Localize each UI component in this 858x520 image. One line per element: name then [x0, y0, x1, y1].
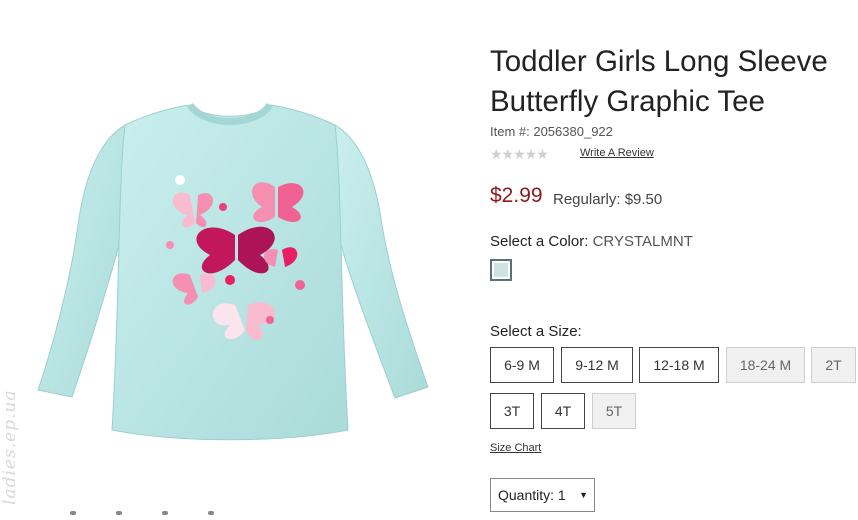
- tshirt-graphic: [37, 102, 429, 441]
- size-option-3t[interactable]: 3T: [490, 393, 534, 429]
- product-title: Toddler Girls Long Sleeve Butterfly Grap…: [490, 42, 858, 122]
- item-number: Item #: 2056380_922: [490, 124, 613, 139]
- size-option-5t[interactable]: 5T: [592, 393, 636, 429]
- swatch-fill: [494, 263, 508, 277]
- size-option-12-18m[interactable]: 12-18 M: [639, 347, 719, 383]
- product-title-line1: Toddler Girls Long Sleeve: [490, 45, 828, 78]
- watermark: ladies.ep.ua: [0, 389, 20, 505]
- regular-price: Regularly: $9.50: [553, 191, 663, 208]
- thumbnail-strip-edge: [70, 502, 300, 515]
- quantity-value: 1: [557, 487, 566, 503]
- quantity-label: Quantity:: [498, 487, 555, 503]
- quantity-select[interactable]: Quantity: 1 ▼: [490, 478, 595, 512]
- color-label-text: Select a Color:: [490, 233, 589, 250]
- size-label: Select a Size:: [490, 323, 582, 340]
- size-option-18-24m[interactable]: 18-24 M: [726, 347, 805, 383]
- star-rating: ★★★★★: [490, 146, 549, 162]
- selected-color: CRYSTALMNT: [592, 233, 693, 250]
- product-title-line2: Butterfly Graphic Tee: [490, 85, 765, 118]
- size-option-4t[interactable]: 4T: [541, 393, 585, 429]
- product-image[interactable]: [30, 95, 440, 455]
- color-label: Select a Color: CRYSTALMNT: [490, 233, 693, 250]
- size-option-6-9m[interactable]: 6-9 M: [490, 347, 554, 383]
- color-swatch-crystalmnt[interactable]: [490, 259, 512, 281]
- write-review-link[interactable]: Write A Review: [580, 147, 654, 159]
- size-option-2t[interactable]: 2T: [811, 347, 856, 383]
- dropdown-arrow-icon: ▼: [579, 490, 588, 500]
- size-chart-link[interactable]: Size Chart: [490, 442, 541, 454]
- size-option-9-12m[interactable]: 9-12 M: [561, 347, 633, 383]
- sale-price: $2.99: [490, 184, 543, 207]
